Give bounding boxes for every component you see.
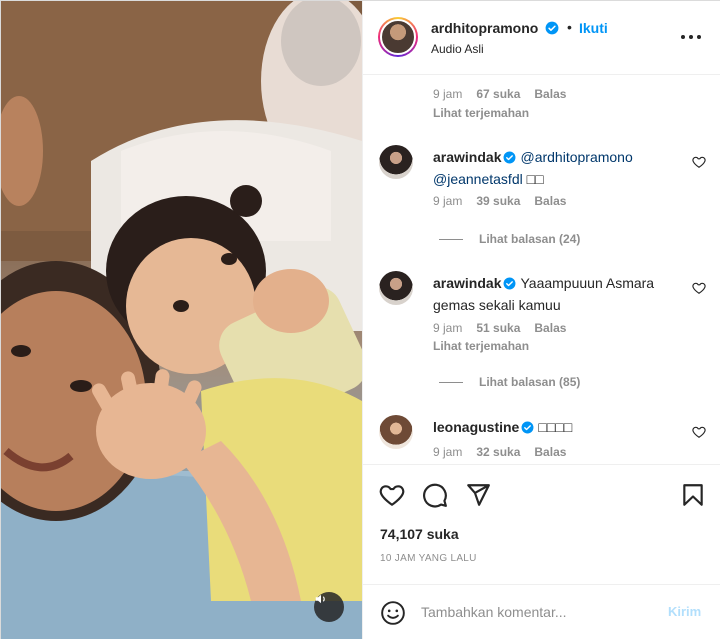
speaker-icon: [315, 594, 325, 604]
comment-time: 9 jam: [433, 194, 463, 208]
comment-username[interactable]: leonagustine: [433, 419, 519, 435]
reply-button[interactable]: Balas: [534, 87, 566, 101]
reply-button[interactable]: Balas: [534, 321, 566, 335]
comment-text: arawindak Yaaampuuun Asmara gemas sekali …: [433, 273, 691, 315]
audio-label[interactable]: Audio Asli: [431, 42, 484, 56]
comment-text: leonagustine □□□□: [433, 417, 691, 439]
comment-time: 9 jam: [433, 445, 463, 459]
comment-likes[interactable]: 67 suka: [476, 87, 520, 101]
comments-list[interactable]: 9 jam 67 suka Balas Lihat terjemahan arawi…: [363, 75, 720, 464]
comment-meta: 9 jam 51 suka Balas: [433, 321, 580, 335]
comment-likes[interactable]: 32 suka: [476, 445, 520, 459]
comment-meta: 9 jam 67 suka Balas: [433, 87, 580, 101]
replies-divider: [439, 381, 463, 383]
post-panel: ardhitopramono • Ikuti Audio Asli 9 jam 6…: [362, 1, 720, 639]
verified-badge-icon: [521, 419, 534, 439]
comment-time: 9 jam: [433, 87, 463, 101]
video-frame-illustration: [1, 1, 362, 639]
see-translation-link[interactable]: Lihat terjemahan: [433, 106, 529, 120]
comment-likes[interactable]: 51 suka: [476, 321, 520, 335]
heart-icon[interactable]: [692, 425, 706, 439]
post-header: ardhitopramono • Ikuti Audio Asli: [363, 1, 720, 75]
comment-meta: 9 jam 39 suka Balas: [433, 194, 580, 208]
heart-icon[interactable]: [692, 281, 706, 295]
follow-button[interactable]: Ikuti: [579, 20, 608, 36]
share-icon[interactable]: [465, 482, 491, 508]
comment-username[interactable]: arawindak: [433, 149, 501, 165]
post-modal: ardhitopramono • Ikuti Audio Asli 9 jam 6…: [0, 0, 720, 639]
see-translation-link[interactable]: Lihat terjemahan: [433, 339, 529, 353]
comment-avatar[interactable]: [379, 145, 413, 179]
sound-toggle-button[interactable]: [314, 592, 344, 622]
mention-link[interactable]: @ardhitopramono: [520, 149, 632, 165]
comment-body: □□: [526, 171, 544, 187]
view-replies-label: Lihat balasan (24): [479, 232, 581, 246]
comment-likes[interactable]: 39 suka: [476, 194, 520, 208]
verified-badge-icon: [503, 275, 516, 295]
replies-divider: [439, 238, 463, 240]
emoji-icon[interactable]: [380, 600, 406, 626]
comment-username[interactable]: arawindak: [433, 275, 501, 291]
save-icon[interactable]: [680, 482, 706, 508]
likes-count[interactable]: 74,107 suka: [380, 526, 459, 542]
separator-dot: •: [567, 19, 572, 35]
view-replies-button[interactable]: Lihat balasan (85): [439, 375, 580, 389]
reply-button[interactable]: Balas: [534, 445, 566, 459]
comment-icon[interactable]: [422, 482, 448, 508]
comment-meta: 9 jam 32 suka Balas: [433, 445, 580, 459]
more-options-icon[interactable]: [679, 27, 703, 47]
comment-avatar[interactable]: [379, 271, 413, 305]
heart-icon[interactable]: [692, 155, 706, 169]
mention-link[interactable]: @jeannetasfdl: [433, 171, 523, 187]
author-avatar[interactable]: [378, 17, 418, 57]
verified-badge-icon: [503, 149, 516, 169]
comment-avatar[interactable]: [379, 415, 413, 449]
post-actions: 74,107 suka 10 JAM YANG LALU: [363, 464, 720, 584]
post-comment-button[interactable]: Kirim: [668, 604, 701, 619]
add-comment-bar: Kirim: [363, 584, 720, 639]
verified-badge-icon: [545, 21, 559, 40]
comment-text: arawindak @ardhitopramono @jeannetasfdl □…: [433, 147, 691, 189]
like-heart-icon[interactable]: [379, 482, 405, 508]
author-username[interactable]: ardhitopramono: [431, 20, 538, 36]
view-replies-button[interactable]: Lihat balasan (24): [439, 232, 580, 246]
post-timestamp: 10 JAM YANG LALU: [380, 553, 477, 564]
post-video[interactable]: [1, 1, 362, 639]
comment-time: 9 jam: [433, 321, 463, 335]
comment-body: □□□□: [538, 419, 573, 435]
comment-input[interactable]: [421, 599, 657, 625]
view-replies-label: Lihat balasan (85): [479, 375, 581, 389]
reply-button[interactable]: Balas: [534, 194, 566, 208]
